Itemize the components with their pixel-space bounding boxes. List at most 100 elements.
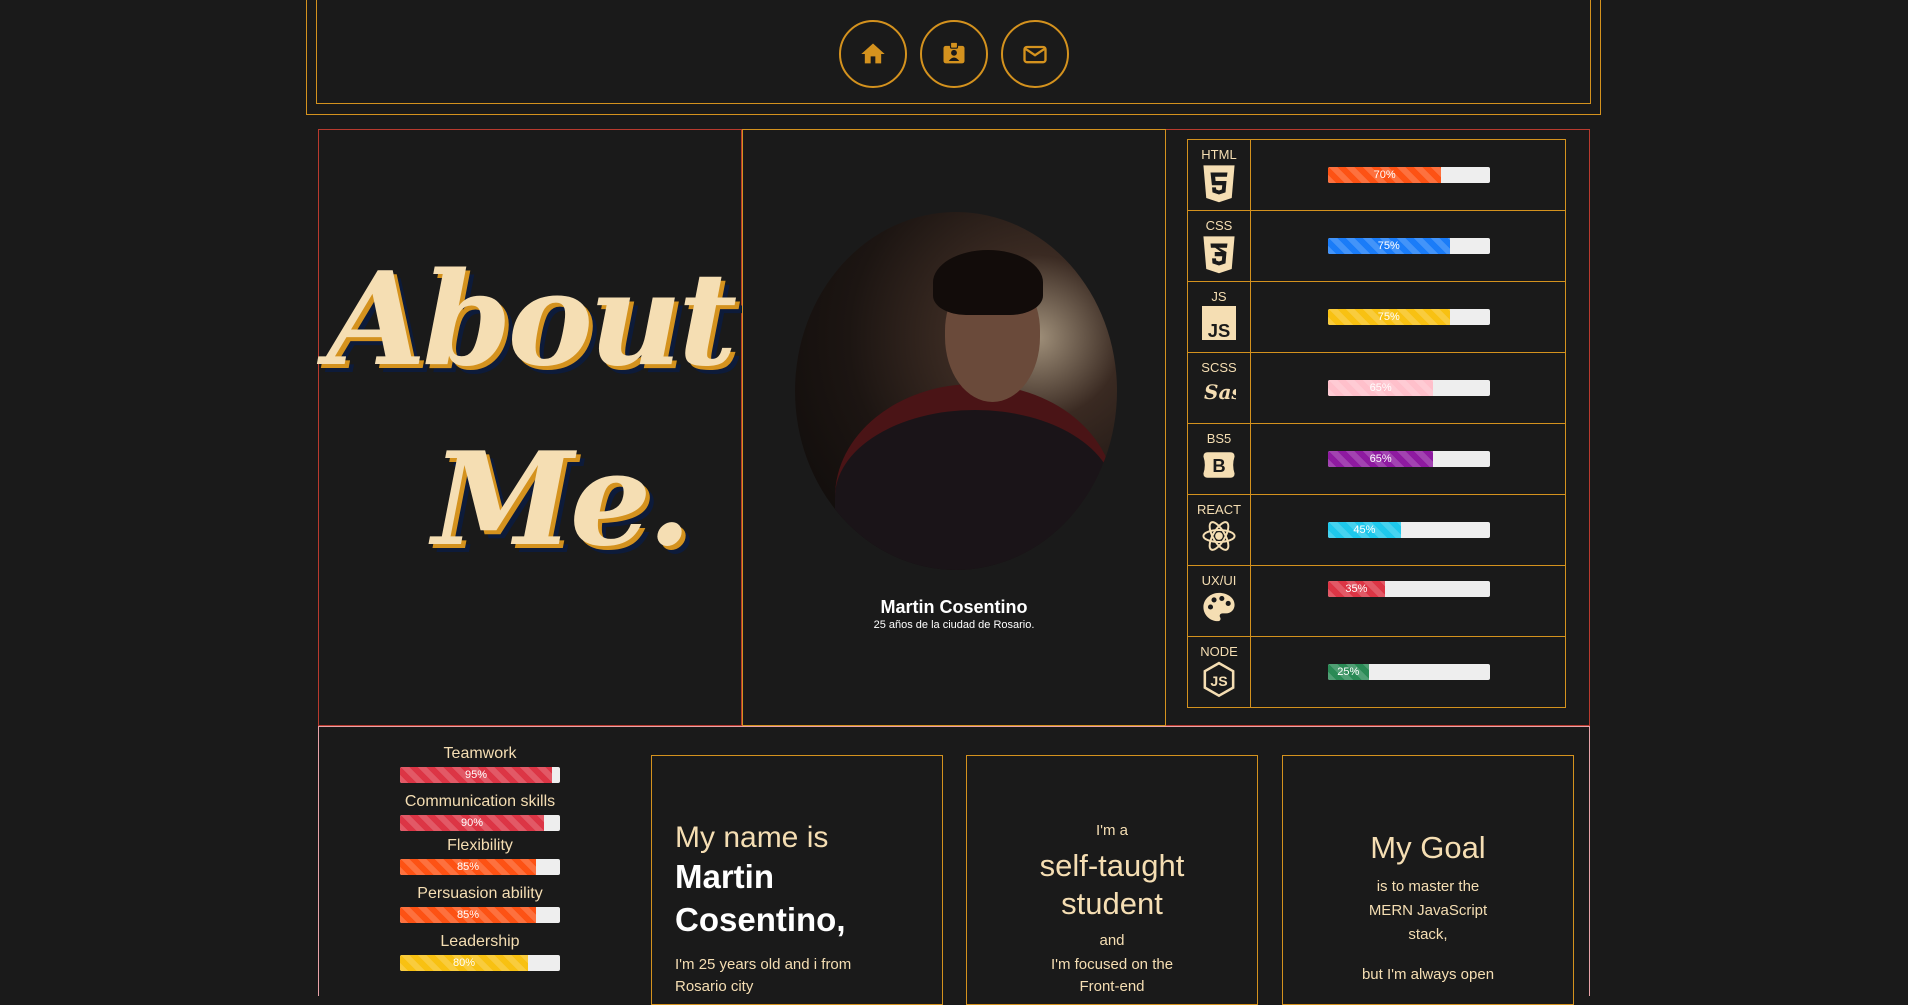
soft-skill-progress-text: 90% <box>460 817 484 829</box>
soft-skill-label: Leadership <box>440 933 520 950</box>
skill-icon-cell: UX/UI <box>1188 566 1251 636</box>
skill-label: HTML <box>1201 147 1237 162</box>
soft-skill-progress-fill: 95% <box>400 767 552 783</box>
envelope-icon <box>1023 45 1047 64</box>
about-title-line2: Me. <box>432 425 692 575</box>
soft-skill-label: Persuasion ability <box>417 885 543 902</box>
svg-text:B: B <box>1212 455 1225 476</box>
profile-name: Martin Cosentino <box>880 597 1028 617</box>
goal-card-body3: stack, <box>1408 926 1448 943</box>
skill-label: NODE <box>1200 644 1238 659</box>
student-card: I'm a self-taught student and I'm focuse… <box>966 755 1258 1005</box>
about-title-line1: About <box>326 245 737 395</box>
skill-progress-text: 70% <box>1373 169 1396 181</box>
skill-progress-text: 75% <box>1377 240 1400 252</box>
goal-card-body1: is to master the <box>1376 878 1480 895</box>
soft-skill-progress-bar: 80% <box>400 955 560 971</box>
nodejs-icon: JS <box>1202 661 1236 698</box>
skill-label: REACT <box>1196 502 1242 517</box>
about-section: About Me. <box>318 129 742 726</box>
skill-row-node: NODE JS 25% <box>1187 636 1566 708</box>
profile-subtitle: 25 años de la ciudad de Rosario. <box>873 619 1035 631</box>
profile-photo <box>795 212 1117 570</box>
soft-skill-progress-bar: 85% <box>400 859 560 875</box>
home-button[interactable] <box>839 20 907 88</box>
student-card-title1: self-taught <box>1039 848 1185 883</box>
goal-card-body2: MERN JavaScript <box>1368 902 1488 919</box>
skill-label: CSS <box>1205 218 1233 233</box>
skill-icon-cell: SCSS Sass <box>1188 353 1254 423</box>
soft-skill-label: Teamwork <box>443 745 517 762</box>
skill-row-react: REACT 45% <box>1187 494 1566 566</box>
skill-progress-bar: 70% <box>1328 167 1490 183</box>
skill-progress-bar: 25% <box>1328 664 1490 680</box>
skill-label: JS <box>1211 289 1227 304</box>
soft-skill-communication-skills: Communication skills 90% <box>399 792 561 831</box>
soft-skill-label: Flexibility <box>447 837 513 854</box>
soft-skill-progress-fill: 80% <box>400 955 528 971</box>
student-card-title2: student <box>1061 886 1163 921</box>
soft-skill-persuasion-ability: Persuasion ability 85% <box>399 884 561 923</box>
skill-row-js: JS JS 75% <box>1187 281 1566 353</box>
skill-row-html: HTML 70% <box>1187 139 1566 211</box>
soft-skill-progress-bar: 95% <box>400 767 560 783</box>
skill-row-scss: SCSS Sass 65% <box>1187 352 1566 424</box>
svg-text:JS: JS <box>1208 320 1231 340</box>
soft-skill-progress-bar: 90% <box>400 815 560 831</box>
soft-skill-progress-text: 95% <box>464 769 488 781</box>
soft-skill-leadership: Leadership 80% <box>399 932 561 971</box>
skill-progress-text: 75% <box>1377 311 1400 323</box>
html5-icon <box>1202 164 1236 203</box>
skill-progress-fill: 70% <box>1328 167 1442 183</box>
profile-section: Martin Cosentino 25 años de la ciudad de… <box>742 129 1166 726</box>
svg-text:JS: JS <box>1210 674 1227 690</box>
soft-skill-progress-fill: 90% <box>400 815 544 831</box>
skill-progress-fill: 65% <box>1328 451 1434 467</box>
skill-row-bs5: BS5 B 65% <box>1187 423 1566 495</box>
goal-card-body4: but I'm always open <box>1361 966 1495 983</box>
react-icon <box>1202 519 1236 555</box>
skill-progress-fill: 25% <box>1328 664 1369 680</box>
skill-progress-text: 25% <box>1337 666 1360 678</box>
soft-skill-progress-text: 85% <box>456 861 480 873</box>
skill-progress-text: 45% <box>1353 524 1376 536</box>
skill-icon-cell: HTML <box>1188 140 1251 210</box>
skill-progress-fill: 75% <box>1328 309 1450 325</box>
name-card-name-line2: Cosentino, <box>675 901 846 938</box>
student-card-body1: I'm focused on the <box>1050 956 1174 973</box>
skill-progress-fill: 65% <box>1328 380 1434 396</box>
skill-row-css: CSS 75% <box>1187 210 1566 282</box>
skill-progress-fill: 75% <box>1328 238 1450 254</box>
css3-icon <box>1202 235 1236 274</box>
soft-skill-label: Communication skills <box>404 793 556 810</box>
name-card-intro: My name is <box>675 821 829 854</box>
soft-skill-progress-text: 80% <box>452 957 476 969</box>
skill-icon-cell: JS JS <box>1188 282 1251 352</box>
soft-skill-flexibility: Flexibility 85% <box>399 836 561 875</box>
skill-progress-text: 35% <box>1345 583 1368 595</box>
resume-button[interactable] <box>920 20 988 88</box>
skill-label: BS5 <box>1206 431 1232 446</box>
name-card-name-line1: Martin <box>675 858 774 895</box>
skill-icon-cell: BS5 B <box>1188 424 1251 494</box>
svg-text:Sass: Sass <box>1204 380 1236 404</box>
skill-row-ux-ui: UX/UI 35% <box>1187 565 1566 637</box>
palette-icon <box>1202 590 1236 626</box>
name-card-body1: I'm 25 years old and i from <box>675 956 852 973</box>
student-card-and: and <box>1099 932 1125 949</box>
soft-skill-progress-fill: 85% <box>400 859 536 875</box>
contact-button[interactable] <box>1001 20 1069 88</box>
skill-progress-bar: 75% <box>1328 238 1490 254</box>
skill-progress-bar: 45% <box>1328 522 1490 538</box>
skill-progress-text: 65% <box>1369 453 1392 465</box>
soft-skill-progress-bar: 85% <box>400 907 560 923</box>
skill-progress-bar: 75% <box>1328 309 1490 325</box>
skill-progress-fill: 35% <box>1328 581 1385 597</box>
bootstrap-icon: B <box>1202 448 1236 484</box>
skill-progress-bar: 65% <box>1328 380 1490 396</box>
soft-skill-teamwork: Teamwork 95% <box>399 744 561 783</box>
goal-card-title: My Goal <box>1370 830 1486 865</box>
js-icon: JS <box>1202 306 1236 342</box>
skill-progress-bar: 35% <box>1328 581 1490 597</box>
sass-icon: Sass <box>1202 377 1254 413</box>
